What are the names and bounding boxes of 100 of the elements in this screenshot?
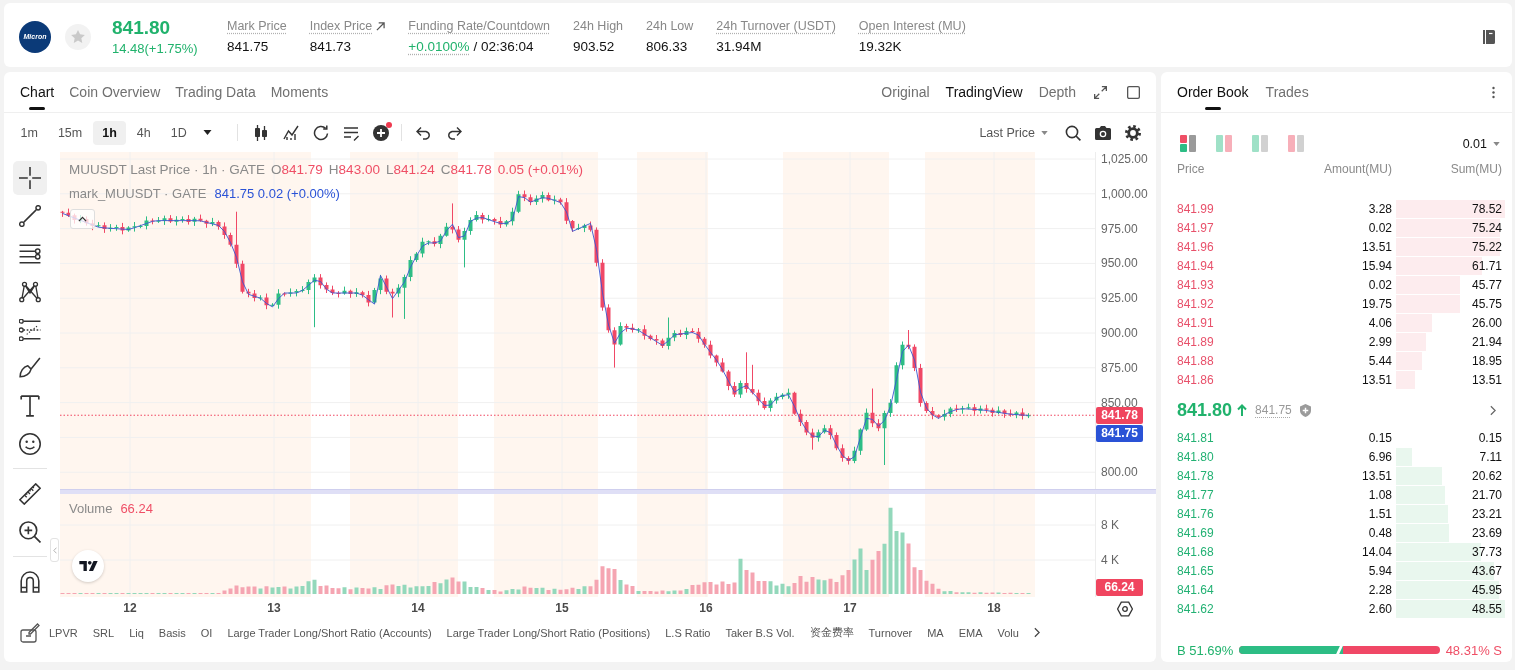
ask-amount: 0.02 (1367, 277, 1392, 292)
bid-amount: 14.04 (1360, 544, 1392, 559)
ask-sum: 75.24 (1471, 219, 1502, 237)
add-indicator-icon[interactable] (373, 124, 390, 141)
view-tab[interactable]: Depth (1038, 72, 1076, 112)
candlestick-icon[interactable] (253, 124, 270, 141)
indicator-tab[interactable]: Large Trader Long/Short Ratio (Accounts) (227, 626, 432, 639)
ask-amount: 5.44 (1367, 353, 1392, 368)
undo-icon[interactable] (416, 124, 433, 141)
caret-icon (202, 130, 212, 135)
replay-icon[interactable] (313, 124, 330, 141)
indicator-edit-icon[interactable] (20, 622, 40, 643)
chevron-right-icon[interactable] (1490, 404, 1496, 416)
indicator-tab[interactable]: Liq (129, 626, 144, 639)
caret-icon (1493, 141, 1500, 146)
mark-price-badge: 841.75 (1096, 424, 1143, 442)
view-tab[interactable]: TradingView (945, 72, 1023, 112)
book-layout-icon[interactable] (1180, 135, 1196, 152)
ruler-icon (18, 483, 41, 505)
ask-price: 841.99 (1177, 201, 1215, 216)
ask-price: 841.89 (1177, 334, 1215, 349)
mark-price: 841.75 (1255, 403, 1292, 417)
interval-button[interactable]: 4h (127, 120, 161, 145)
interval-button[interactable]: 1h (92, 120, 127, 145)
shield-plus-icon[interactable] (1299, 403, 1311, 417)
bid-sum: 45.95 (1471, 581, 1502, 599)
order-book-last-price: 841.80 (1177, 399, 1233, 421)
chart-tab[interactable]: Moments (270, 72, 329, 112)
ask-price: 841.88 (1177, 353, 1215, 368)
legend-change: 0.05 (+0.01%) (497, 162, 583, 178)
settings-icon[interactable] (1125, 124, 1141, 141)
collapse-toolbar-handle[interactable] (50, 538, 59, 562)
ask-sum: 61.71 (1471, 257, 1502, 275)
order-book-tab[interactable]: Order Book (1177, 72, 1249, 112)
maximize-icon[interactable] (1127, 85, 1140, 99)
price-change: 14.48(+1.75%) (112, 40, 199, 57)
time-axis-label: 16 (699, 601, 713, 615)
crosshair-icon (18, 167, 41, 189)
search-icon[interactable] (1065, 124, 1081, 141)
price-axis-label: 950.00 (1101, 256, 1138, 271)
stat-label: Mark Price (227, 18, 287, 34)
redo-icon[interactable] (446, 124, 463, 141)
interval-button[interactable]: 1D (161, 120, 197, 145)
precision-dropdown[interactable]: 0.01 (1462, 136, 1500, 151)
ask-sum: 26.00 (1471, 314, 1502, 332)
ask-sum: 13.51 (1471, 371, 1502, 389)
ask-amount: 2.99 (1367, 334, 1392, 349)
ohlc-label: H (328, 162, 339, 177)
ask-price: 841.96 (1177, 239, 1215, 254)
interval-button[interactable]: 15m (48, 120, 92, 145)
indicator-tab[interactable]: Large Trader Long/Short Ratio (Positions) (446, 626, 651, 639)
notebook-icon[interactable] (1482, 29, 1496, 44)
buy-ratio-label: B 51.69% (1177, 642, 1234, 658)
crosshair-tool[interactable] (12, 161, 47, 195)
bid-sum: 43.67 (1471, 562, 1502, 580)
indicator-tab[interactable]: SRL (92, 626, 115, 639)
time-axis-label: 17 (843, 601, 857, 615)
collapse-legend-button[interactable] (70, 209, 95, 229)
indicator-tab[interactable]: 资金费率 (809, 625, 854, 640)
more-icon[interactable] (1492, 85, 1495, 99)
price-axis-label: 875.00 (1101, 360, 1138, 375)
price-source-dropdown[interactable]: Last Price (979, 125, 1048, 140)
time-axis-label: 18 (987, 601, 1001, 615)
indicator-tab[interactable]: EMA (958, 626, 983, 639)
legend-title: MUUSDT Last Price · 1h · GATE (69, 162, 266, 178)
indicator-icon[interactable] (283, 124, 300, 141)
indicator-tab[interactable]: Turnover (868, 626, 913, 639)
time-axis-label: 12 (123, 601, 137, 615)
ask-price: 841.91 (1177, 315, 1215, 330)
chevron-right-icon[interactable] (1033, 627, 1040, 638)
bid-sum: 0.15 (1478, 429, 1502, 447)
template-icon[interactable] (343, 124, 360, 141)
expand-icon[interactable] (1094, 85, 1107, 99)
bid-price: 841.77 (1177, 487, 1215, 502)
price-axis-label: 900.00 (1101, 326, 1138, 340)
external-link-icon[interactable] (376, 21, 386, 31)
time-axis-label: 14 (411, 601, 425, 615)
view-tab[interactable]: Original (881, 72, 930, 112)
caret-up-icon (78, 216, 87, 222)
price-axis-label: 800.00 (1101, 465, 1138, 480)
indicator-tab[interactable]: OI (200, 626, 213, 639)
indicator-tab[interactable]: MA (927, 626, 944, 639)
chart-tab[interactable]: Trading Data (175, 72, 256, 112)
interval-button[interactable]: 1m (11, 120, 48, 145)
camera-icon[interactable] (1095, 124, 1111, 141)
order-book-tab[interactable]: Trades (1265, 72, 1309, 112)
stat-label: 24h Low (646, 18, 694, 34)
bid-sum: 20.62 (1471, 467, 1502, 485)
indicator-tab[interactable]: Volu (997, 626, 1019, 639)
indicator-tab[interactable]: Basis (158, 626, 186, 639)
stat-value: 903.52 (573, 37, 615, 55)
chart-tab[interactable]: Coin Overview (69, 72, 161, 112)
price-axis-label: 1,025.00 (1101, 152, 1148, 166)
settings-icon[interactable] (1117, 601, 1133, 617)
indicator-tab[interactable]: LPVR (49, 626, 78, 639)
bid-price: 841.78 (1177, 468, 1215, 483)
indicator-tab[interactable]: Taker B.S Vol. (725, 626, 795, 639)
indicator-tab[interactable]: L.S Ratio (665, 626, 711, 639)
stat-label: Open Interest (MU) (858, 18, 966, 34)
chart-tab[interactable]: Chart (20, 72, 55, 112)
